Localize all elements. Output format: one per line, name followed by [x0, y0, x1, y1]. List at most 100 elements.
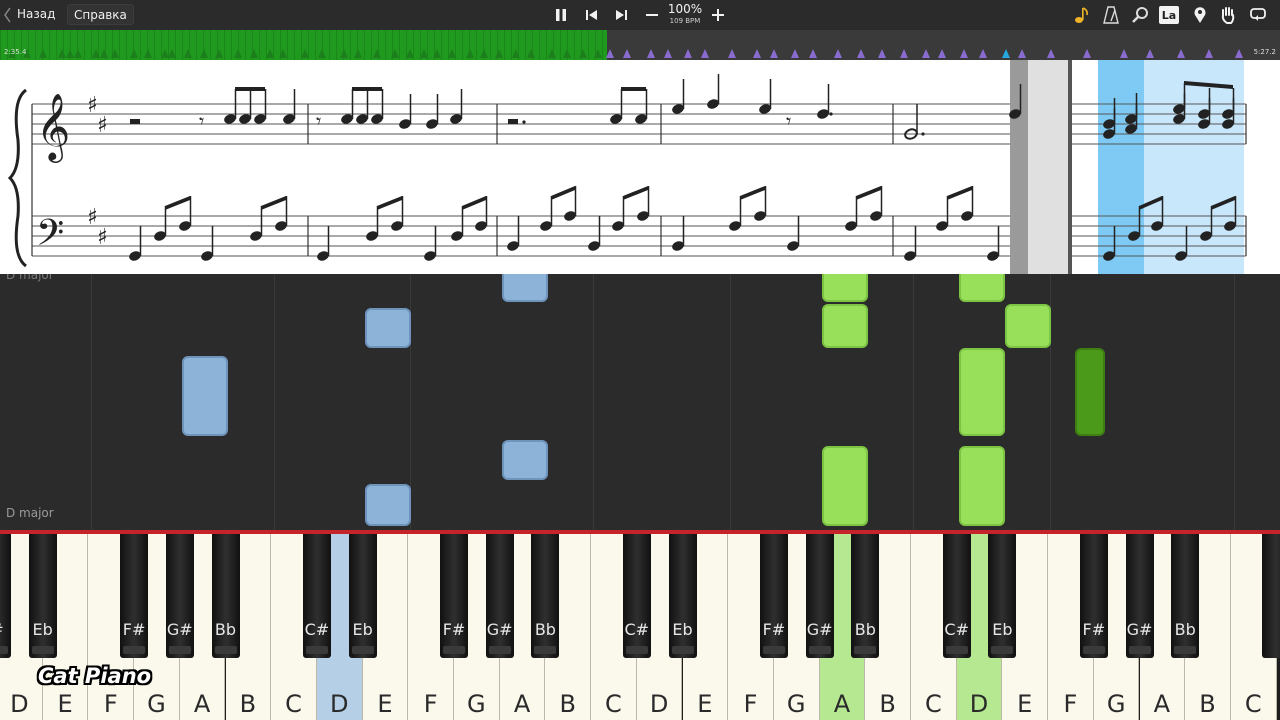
timeline-left-time: 2:35.4: [4, 48, 27, 56]
timeline-marker: [144, 49, 152, 58]
top-toolbar: Назад Справка 100% 109 BPM La: [0, 0, 1280, 30]
label-icon[interactable]: La: [1159, 6, 1179, 24]
black-key-sharp[interactable]: #: [0, 534, 11, 658]
timeline-marker: [548, 49, 556, 58]
black-key-gsharp[interactable]: G#: [1125, 534, 1154, 658]
black-key-bevel: [0, 646, 8, 654]
white-key-label: C: [1244, 690, 1262, 718]
beam: [261, 196, 286, 210]
black-key-eb[interactable]: Eb: [348, 534, 377, 658]
timeline-marker: [623, 49, 631, 58]
black-key-label: F#: [442, 620, 466, 639]
falling-note: [1075, 348, 1105, 436]
beam: [856, 186, 881, 200]
black-key-fsharp[interactable]: F#: [759, 534, 788, 658]
falling-note: [365, 484, 411, 526]
white-key-label: A: [833, 690, 851, 718]
black-key-bb[interactable]: Bb: [531, 534, 560, 658]
black-key-eb[interactable]: Eb: [668, 534, 697, 658]
black-key-bevel: [1082, 646, 1105, 654]
timeline-marker: [1018, 49, 1026, 58]
magnifier-icon[interactable]: [1130, 5, 1150, 25]
skip-forward-icon[interactable]: [611, 5, 631, 25]
timeline-marker: [340, 49, 348, 58]
white-key-label: C: [285, 690, 302, 718]
falling-note: [959, 274, 1005, 302]
black-key-csharp[interactable]: C#: [942, 534, 971, 658]
black-key-bevel: [762, 646, 785, 654]
timeline-marker: [834, 49, 842, 58]
beam: [551, 186, 575, 200]
black-key-bevel: [443, 646, 465, 654]
zoom-out-icon[interactable]: [642, 5, 662, 25]
timeline-marker: [922, 49, 930, 58]
timeline-marker: [753, 49, 761, 58]
black-key-bb[interactable]: Bb: [851, 534, 880, 658]
marker-icon[interactable]: [1190, 5, 1210, 25]
black-key-csharp[interactable]: C#: [622, 534, 651, 658]
black-key-gsharp[interactable]: G#: [165, 534, 194, 658]
pause-icon[interactable]: [551, 5, 571, 25]
black-key-bb[interactable]: Bb: [1171, 534, 1200, 658]
metronome-icon[interactable]: [1101, 5, 1121, 25]
timeline-marker: [266, 49, 274, 58]
black-key-bevel: [214, 646, 237, 654]
black-key-label: Eb: [672, 620, 693, 639]
skip-back-icon[interactable]: [582, 5, 602, 25]
white-key-label: F: [103, 690, 118, 718]
falling-note: [1005, 304, 1051, 348]
help-button[interactable]: Справка: [67, 4, 134, 25]
black-key-bb[interactable]: Bb: [211, 534, 240, 658]
beam: [462, 196, 486, 210]
timeline-marker: [168, 49, 176, 58]
loop-icon[interactable]: [1248, 5, 1268, 25]
zoom-in-icon[interactable]: [708, 5, 728, 25]
timeline-marker: [579, 49, 587, 58]
black-key-gsharp[interactable]: G#: [485, 534, 514, 658]
svg-text:𝄢: 𝄢: [36, 212, 64, 263]
piano-keyboard[interactable]: DEFGABCDEFGABCDEFGABCDEFGABC#EbF#G#BbC#E…: [0, 530, 1280, 720]
black-key-fsharp[interactable]: F#: [440, 534, 468, 658]
white-key-label: G: [786, 690, 806, 718]
timeline-marker: [250, 49, 258, 58]
note-icon[interactable]: [1072, 5, 1092, 25]
falling-note: [959, 446, 1005, 526]
zoom-percent: 100%: [667, 2, 703, 16]
black-key-label: F#: [122, 620, 146, 639]
beam: [235, 87, 265, 91]
hand-icon[interactable]: [1218, 5, 1238, 25]
timeline-marker: [420, 49, 428, 58]
timeline-marker: [480, 49, 488, 58]
timeline-marker: [318, 49, 326, 58]
white-key-label: E: [377, 690, 393, 718]
black-key-eb[interactable]: Eb: [28, 534, 57, 658]
timeline-marker: [391, 49, 399, 58]
timeline-marker: [647, 49, 655, 58]
black-key-label: C#: [624, 620, 650, 639]
timeline-marker: [495, 49, 503, 58]
timeline-marker: [1177, 49, 1185, 58]
black-key-label: Bb: [534, 620, 556, 639]
black-key-fsharp[interactable]: F#: [120, 534, 149, 658]
timeline-marker: [960, 49, 968, 58]
black-key-label: C#: [304, 620, 330, 639]
black-key-bevel: [31, 646, 54, 654]
black-key-gsharp[interactable]: G#: [805, 534, 834, 658]
black-key-partial[interactable]: [1262, 534, 1280, 658]
black-key-csharp[interactable]: C#: [302, 534, 331, 658]
back-button[interactable]: Назад: [11, 4, 61, 25]
grand-staff: 𝄞 𝄢 ♯ ♯ ♯ ♯ 𝄾 𝄾 𝄾: [7, 60, 1247, 274]
timeline-marker: [111, 49, 119, 58]
key-signature-label: D major: [6, 506, 54, 520]
black-key-bevel: [945, 646, 968, 654]
white-key-label: A: [1153, 690, 1171, 718]
black-key-fsharp[interactable]: F#: [1079, 534, 1108, 658]
black-key-label: G#: [486, 620, 513, 639]
timeline-scrubber[interactable]: 2:35.4 5:27.2: [0, 30, 1280, 60]
timeline-marker: [161, 49, 169, 58]
timeline-marker: [1235, 49, 1243, 58]
black-key-label: Bb: [214, 620, 237, 639]
timeline-marker: [301, 49, 309, 58]
timeline-marker: [406, 49, 414, 58]
black-key-eb[interactable]: Eb: [988, 534, 1017, 658]
